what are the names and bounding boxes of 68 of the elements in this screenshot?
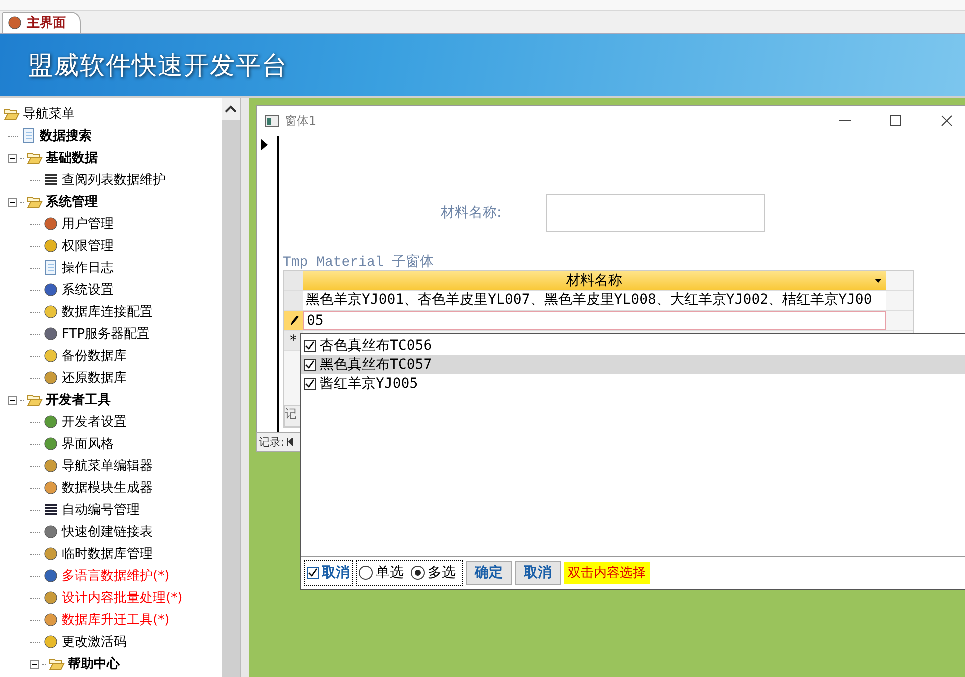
table-icon bbox=[43, 172, 59, 188]
tree-item[interactable]: 数据搜索 bbox=[40, 127, 92, 145]
tree-item[interactable]: 基础数据 bbox=[46, 149, 98, 167]
collapse-toggle[interactable] bbox=[30, 660, 39, 668]
radio-label[interactable]: 多选 bbox=[428, 564, 456, 582]
tree-item[interactable]: 导航菜单编辑器 bbox=[62, 457, 153, 475]
record-nav-label: 记录: bbox=[259, 434, 285, 450]
tree-item[interactable]: 界面风格 bbox=[62, 435, 114, 453]
tree-item[interactable]: 数据模块生成器 bbox=[62, 479, 153, 497]
item-label: 酱红羊京YJ005 bbox=[320, 374, 418, 392]
tree-item[interactable]: 查阅列表数据维护 bbox=[62, 171, 166, 189]
radio-button[interactable] bbox=[411, 566, 425, 580]
record-pointer-icon bbox=[261, 139, 268, 151]
document-icon bbox=[21, 128, 37, 144]
tree-item[interactable]: 快速创建链接表 bbox=[62, 523, 153, 541]
table-cell[interactable]: 黑色羊京YJ001、杏色羊皮里YL007、黑色羊皮里YL008、大红羊京YJ002、桔红羊京YJ00 bbox=[303, 291, 886, 310]
tree-item[interactable]: 导航菜单 bbox=[23, 105, 75, 123]
tree-item[interactable]: 操作日志 bbox=[62, 259, 114, 277]
tree-item[interactable]: 数据库升迁工具(*) bbox=[62, 611, 170, 629]
confirm-button[interactable]: 确定 bbox=[466, 561, 512, 585]
column-header[interactable]: 材料名称 bbox=[303, 271, 886, 290]
tree-item[interactable]: 开发者工具 bbox=[46, 391, 111, 409]
collapse-toggle[interactable] bbox=[8, 198, 17, 206]
maximize-icon[interactable] bbox=[890, 115, 902, 127]
pencil-icon bbox=[288, 314, 298, 326]
main-tab[interactable]: 主界面 bbox=[2, 12, 81, 33]
cancel-button[interactable]: 取消 bbox=[515, 561, 561, 585]
document-icon bbox=[43, 260, 59, 276]
collapse-toggle[interactable] bbox=[8, 154, 17, 162]
radio-button[interactable] bbox=[359, 566, 373, 580]
banner-title: 盟威软件快速开发平台 bbox=[28, 50, 288, 82]
dropdown-arrow-icon[interactable] bbox=[875, 279, 882, 283]
tree-item[interactable]: 设计内容批量处理(*) bbox=[62, 589, 183, 607]
tree-item[interactable]: 系统设置 bbox=[62, 281, 114, 299]
tree-item[interactable]: 备份数据库 bbox=[62, 347, 127, 365]
checkbox[interactable] bbox=[304, 358, 316, 370]
tree-item[interactable]: 权限管理 bbox=[62, 237, 114, 255]
tree-item[interactable]: 自动编号管理 bbox=[62, 501, 140, 519]
tree-item[interactable]: 数据库连接配置 bbox=[62, 303, 153, 321]
item-label: 杏色真丝布TC056 bbox=[320, 336, 432, 354]
tree-item[interactable]: 帮助中心 bbox=[68, 655, 120, 673]
field-label: 材料名称: bbox=[441, 204, 502, 222]
tree-item[interactable]: 临时数据库管理 bbox=[62, 545, 153, 563]
form-icon bbox=[265, 115, 279, 127]
list-icon bbox=[43, 502, 59, 518]
tree-item[interactable]: 更改激活码 bbox=[62, 633, 127, 651]
hint-label: 双击内容选择 bbox=[564, 562, 650, 584]
subform-label: Tmp Material 子窗体 bbox=[283, 256, 436, 270]
window-title: 窗体1 bbox=[285, 112, 318, 130]
tree-item[interactable]: FTP服务器配置 bbox=[62, 325, 150, 343]
tree-item[interactable]: 用户管理 bbox=[62, 215, 114, 233]
tree-item[interactable]: 还原数据库 bbox=[62, 369, 127, 387]
item-label: 黑色真丝布TC057 bbox=[320, 356, 432, 374]
first-record-icon[interactable] bbox=[286, 438, 293, 446]
list-item[interactable]: 黑色真丝布TC057 bbox=[301, 355, 965, 374]
material-name-field[interactable] bbox=[546, 194, 765, 232]
scroll-up-icon[interactable] bbox=[225, 105, 237, 113]
radio-label[interactable]: 单选 bbox=[376, 564, 404, 582]
table-cell[interactable]: 05 bbox=[303, 311, 886, 330]
checkbox[interactable] bbox=[304, 340, 316, 352]
scrollbar[interactable] bbox=[222, 98, 240, 677]
tree-item[interactable]: 开发者设置 bbox=[62, 413, 127, 431]
collapse-toggle[interactable] bbox=[8, 396, 17, 404]
tree-item[interactable]: 多语言数据维护(*) bbox=[62, 567, 170, 585]
tree-item[interactable]: 系统管理 bbox=[46, 193, 98, 211]
close-icon[interactable] bbox=[940, 115, 952, 127]
checkbox[interactable] bbox=[307, 567, 319, 579]
checkbox[interactable] bbox=[304, 378, 316, 390]
